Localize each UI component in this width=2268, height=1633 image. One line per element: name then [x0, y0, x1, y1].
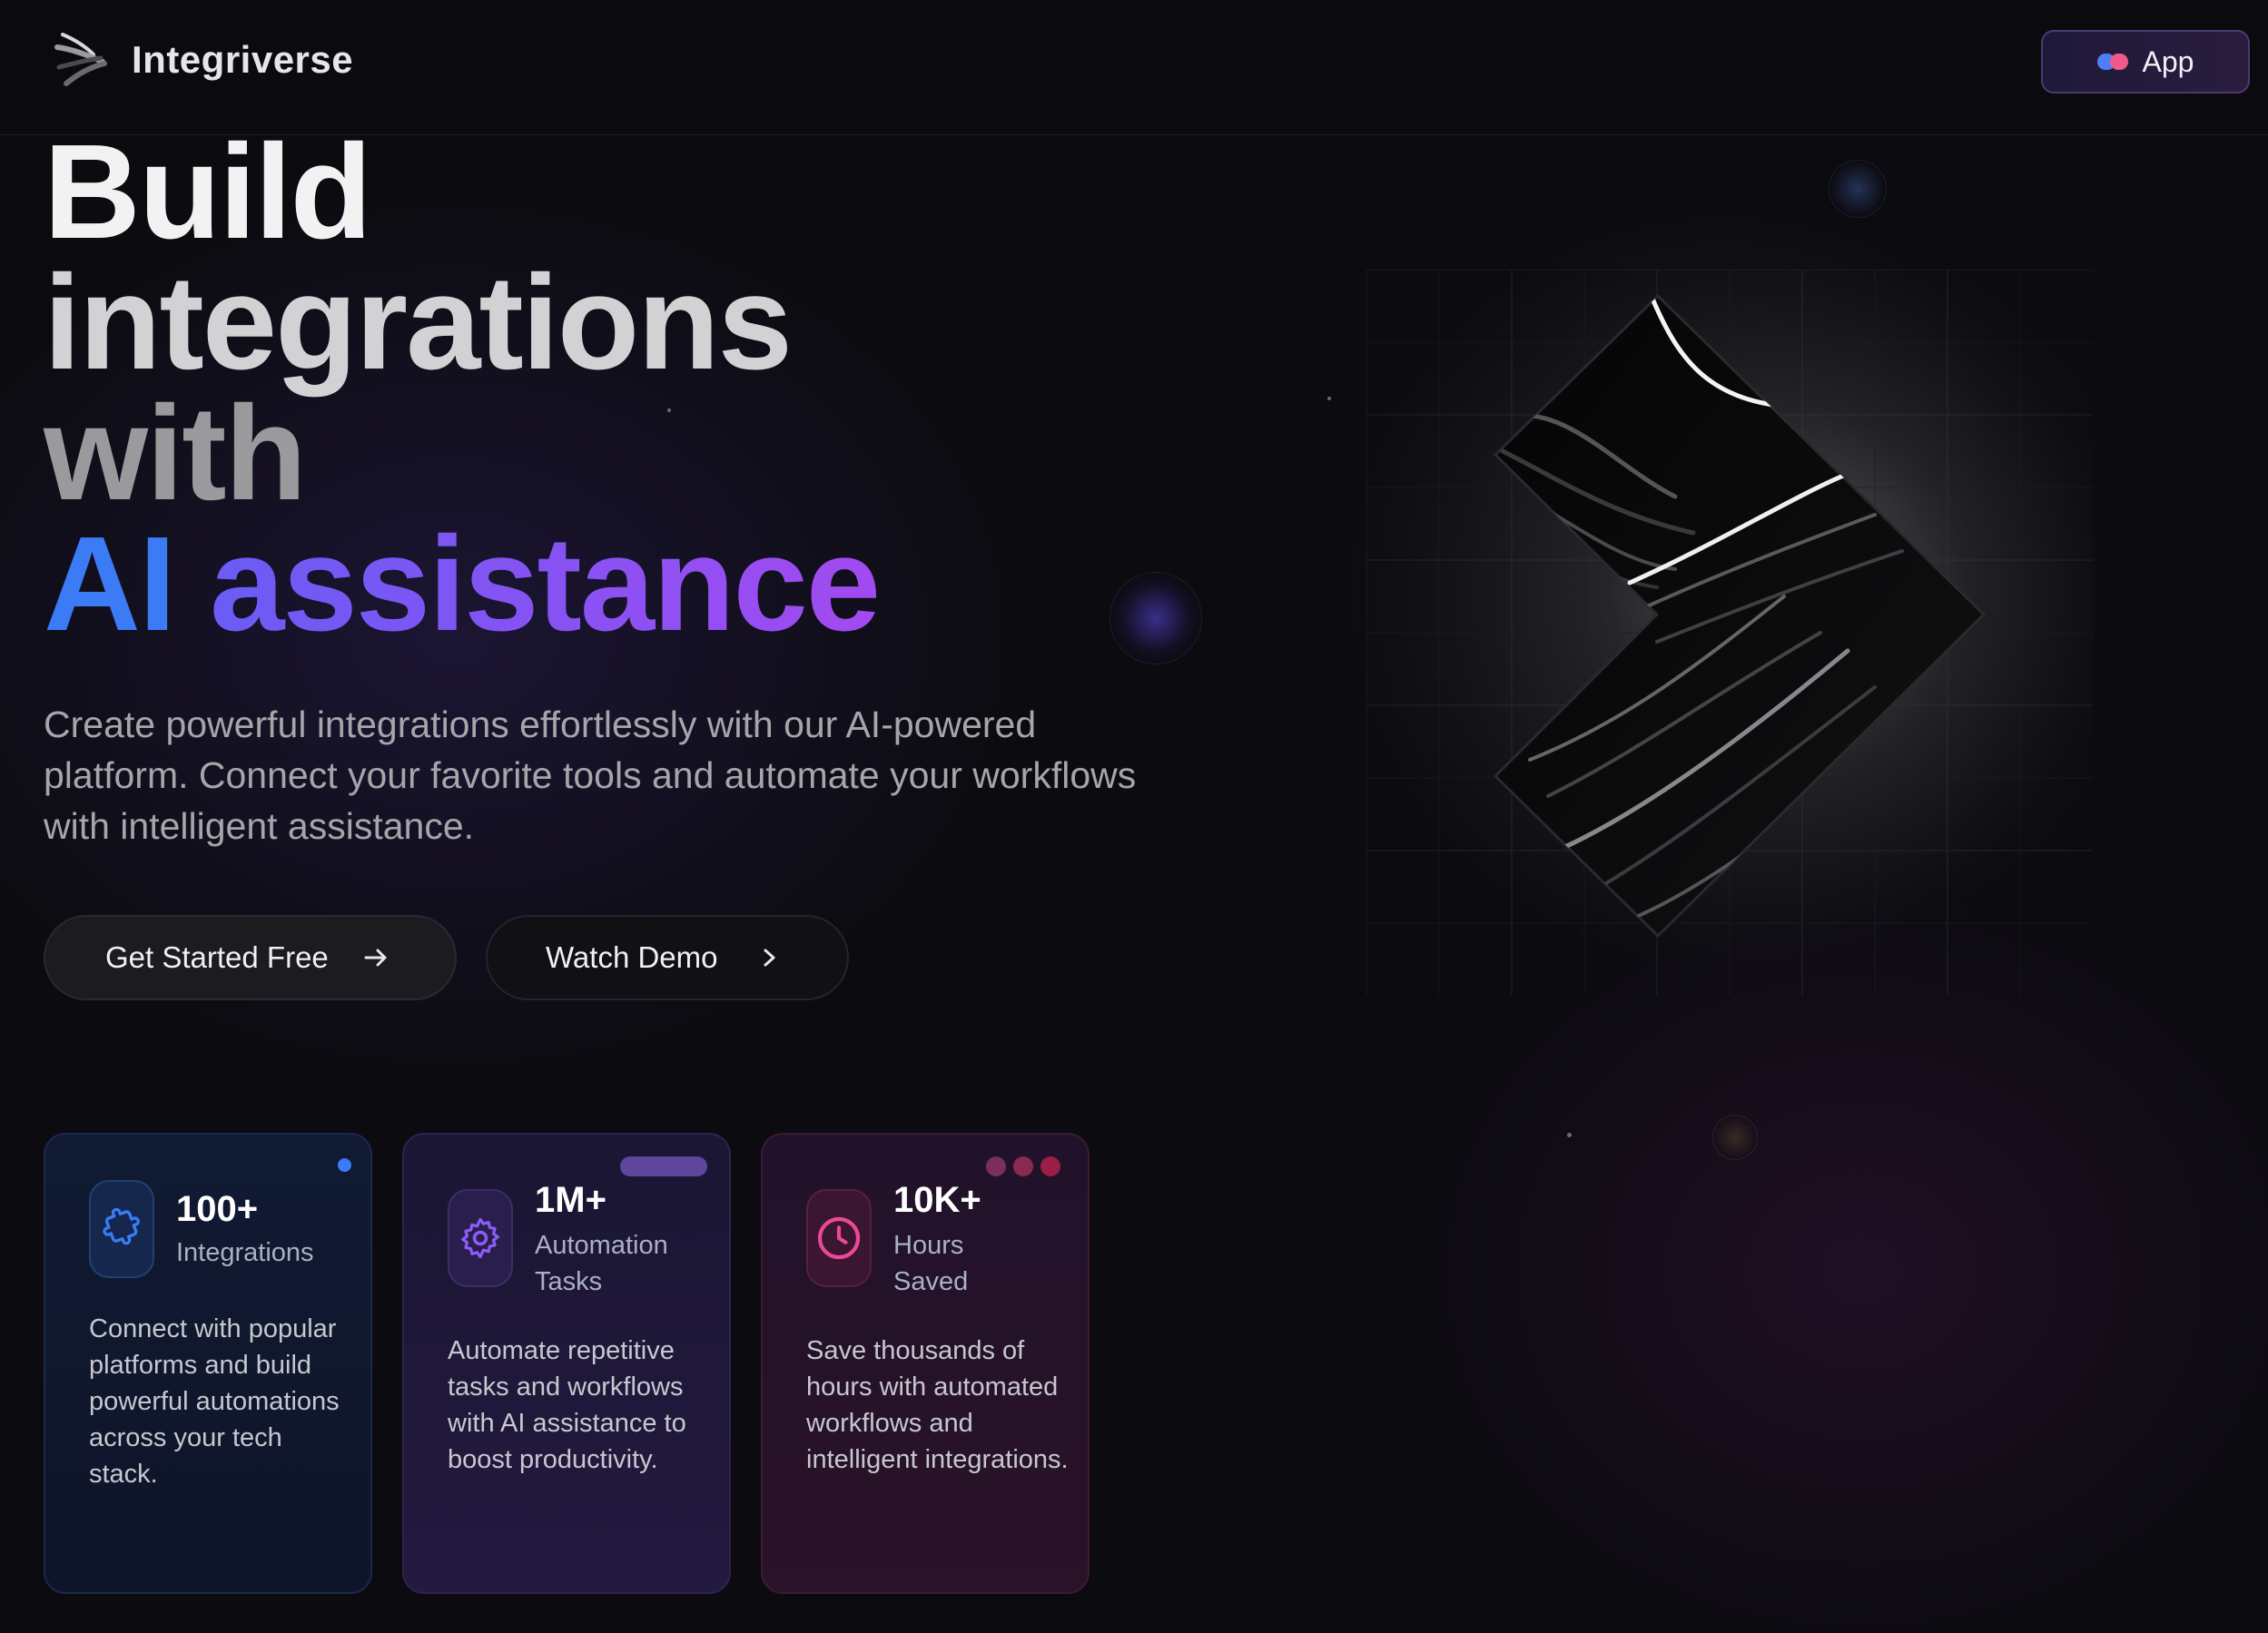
top-nav: Integriverse App — [0, 0, 2268, 135]
hero-title-line-1: Build — [44, 117, 372, 267]
hero-subtitle: Create powerful integrations effortlessl… — [44, 703, 1137, 847]
decorative-orb — [1567, 1133, 1572, 1137]
get-started-button[interactable]: Get Started Free — [44, 915, 457, 1000]
decorative-dots — [986, 1156, 1060, 1176]
decorative-orb — [1327, 397, 1331, 400]
stat-value: 100+ — [176, 1189, 259, 1229]
decorative-orb — [1829, 160, 1887, 218]
stat-card-integrations[interactable]: 100+ Integrations Connect with popular p… — [44, 1133, 372, 1594]
stat-card-automation[interactable]: 1M+ Automation Tasks Automate repetitive… — [402, 1133, 731, 1594]
hero-title-line-4: AI assistance — [44, 517, 881, 652]
stat-description: Save thousands of hours with automated w… — [806, 1336, 1069, 1474]
hero-title-assistance: assistance — [210, 509, 881, 659]
stat-card-hours-saved[interactable]: 10K+ Hours Saved Save thousands of hours… — [761, 1133, 1090, 1594]
hero-title-line-3: with — [44, 379, 307, 528]
stat-description: Automate repetitive tasks and workflows … — [448, 1336, 686, 1474]
icon-box — [806, 1189, 872, 1287]
brand-name[interactable]: Integriverse — [132, 38, 353, 82]
stat-label: Integrations — [176, 1238, 314, 1267]
chevron-right-icon — [764, 949, 774, 967]
decorative-orb — [667, 408, 671, 412]
get-started-label: Get Started Free — [105, 940, 329, 974]
status-dot — [338, 1158, 351, 1172]
icon-box — [448, 1189, 513, 1287]
stat-label: Hours Saved — [893, 1231, 969, 1296]
watch-demo-label: Watch Demo — [546, 940, 718, 974]
stat-value: 10K+ — [893, 1180, 981, 1220]
decorative-orb — [1109, 572, 1202, 664]
app-toggle-icon — [2096, 54, 2128, 70]
decorative-pill — [620, 1156, 707, 1176]
icon-box — [89, 1180, 154, 1278]
hero-title-line-2: integrations — [44, 248, 793, 398]
stat-description: Connect with popular platforms and build… — [89, 1314, 340, 1489]
arrow-right-icon — [364, 949, 387, 967]
decorative-orb — [1712, 1115, 1758, 1160]
hero-title-ai: AI — [44, 509, 176, 659]
logo-icon[interactable] — [50, 27, 113, 91]
clock-icon — [817, 1216, 861, 1260]
watch-demo-button[interactable]: Watch Demo — [486, 915, 849, 1000]
hero-3d-graphic — [1366, 269, 2093, 996]
app-button-label: App — [2142, 44, 2194, 78]
stat-label: Automation Tasks — [535, 1231, 668, 1296]
puzzle-icon — [103, 1207, 140, 1245]
stat-value: 1M+ — [535, 1180, 606, 1220]
gear-icon — [461, 1217, 499, 1259]
app-button[interactable]: App — [2041, 30, 2250, 93]
